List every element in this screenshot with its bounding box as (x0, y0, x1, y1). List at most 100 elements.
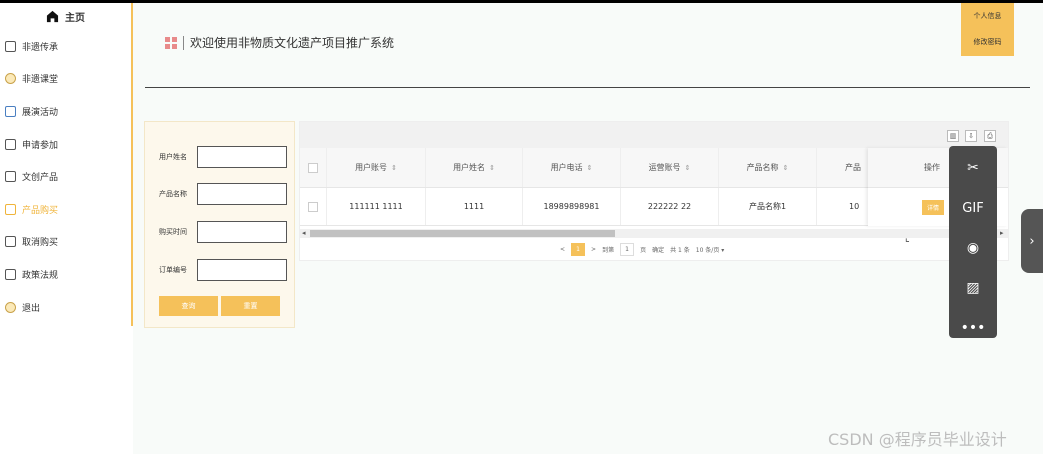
inbox-icon (5, 268, 16, 280)
title-divider (183, 35, 184, 50)
scroll-thumb[interactable] (310, 230, 615, 237)
column-header[interactable]: 用户姓名 ⇕ (426, 148, 523, 187)
sidebar-filler (0, 326, 133, 454)
mouse-cursor: ⌞ (905, 233, 910, 244)
search-field-product: 产品名称 (159, 183, 287, 205)
watermark: CSDN @程序员毕业设计 (828, 430, 1007, 449)
print-icon[interactable]: ⎙ (984, 130, 996, 142)
table-toolbar: ▥ ⇩ ⎙ (300, 122, 1008, 148)
sidebar-item-products[interactable]: 文创产品 (0, 160, 131, 193)
sidebar-item-label: 政策法规 (22, 270, 59, 281)
bookmark-icon (5, 40, 16, 52)
filter-icon[interactable]: ▥ (947, 130, 959, 142)
sidebar-item-label: 展演活动 (22, 107, 59, 118)
grid-icon (165, 36, 177, 49)
table-cell: 产品名称1 (719, 188, 817, 225)
product-name-input[interactable] (197, 183, 287, 205)
table-cell: 222222 22 (621, 188, 719, 225)
sidebar-item-class[interactable]: 非遗课堂 (0, 63, 131, 96)
sidebar-item-apply[interactable]: 申请参加 (0, 128, 131, 161)
sidebar-home-label: 主页 (65, 13, 85, 24)
next-page-button[interactable]: > (591, 246, 596, 253)
sidebar-item-label: 取消购买 (22, 238, 59, 249)
capture-toolbar: ✂ GIF ◉ ▨ ••• (949, 146, 997, 338)
sidebar-item-purchase[interactable]: 产品购买 (0, 193, 131, 226)
folder-icon (5, 138, 16, 150)
data-table: ▥ ⇩ ⎙ 用户账号 ⇕ 用户姓名 ⇕ 用户电话 ⇕ 运营账号 ⇕ 产品名称 ⇕ 产品 1… (299, 121, 1009, 261)
coin-icon (5, 73, 16, 85)
user-menu: 个人信息 修改密码 (961, 3, 1014, 56)
search-field-time: 购买时间 (159, 221, 287, 243)
gif-button[interactable]: GIF (949, 190, 997, 226)
horizontal-scrollbar[interactable]: ◂ ▸ (300, 229, 1008, 238)
page-title: 欢迎使用非物质文化遗产项目推广系统 (165, 34, 394, 51)
export-icon[interactable]: ⇩ (965, 130, 977, 142)
field-label: 产品名称 (159, 190, 187, 198)
home-icon (46, 10, 59, 23)
page-title-text: 欢迎使用非物质文化遗产项目推广系统 (190, 36, 395, 50)
column-header[interactable]: 运营账号 ⇕ (621, 148, 719, 187)
folder-icon (5, 171, 16, 183)
sidebar-item-label: 非遗课堂 (22, 75, 59, 86)
image-icon[interactable]: ▨ (949, 270, 997, 306)
chevron-right-icon: › (1029, 233, 1035, 249)
current-page[interactable]: 1 (571, 243, 586, 256)
sidebar-item-label: 非遗传承 (22, 42, 59, 53)
query-button[interactable]: 查询 (159, 296, 218, 316)
detail-button[interactable]: 详情 (922, 199, 945, 215)
select-all-checkbox[interactable] (300, 148, 327, 187)
page-unit: 页 (640, 247, 647, 254)
user-info-link[interactable]: 个人信息 (961, 3, 1014, 29)
prev-page-button[interactable]: < (560, 246, 565, 253)
coin-icon (5, 301, 16, 313)
sidebar-item-label: 退出 (22, 303, 41, 314)
sidebar-item-logout[interactable]: 退出 (0, 291, 131, 324)
search-panel: 用户姓名 产品名称 购买时间 订单编号 查询 重置 (144, 121, 295, 328)
order-number-input[interactable] (197, 259, 287, 281)
search-field-username: 用户姓名 (159, 146, 287, 168)
main-content: 欢迎使用非物质文化遗产项目推广系统 个人信息 修改密码 用户姓名 产品名称 购买… (133, 3, 1043, 454)
purchase-time-input[interactable] (197, 221, 287, 243)
sidebar-item-label: 文创产品 (22, 173, 59, 184)
record-icon[interactable]: ◉ (949, 230, 997, 266)
row-checkbox[interactable] (300, 188, 327, 225)
inbox-icon (5, 203, 16, 215)
username-input[interactable] (197, 146, 287, 168)
goto-label: 到第 (602, 247, 615, 254)
search-field-order: 订单编号 (159, 259, 287, 281)
calendar-icon (5, 105, 16, 117)
table-header: 用户账号 ⇕ 用户姓名 ⇕ 用户电话 ⇕ 运营账号 ⇕ 产品名称 ⇕ 产品 (300, 148, 877, 188)
total-count: 共 1 条 (670, 247, 690, 254)
expand-tab[interactable]: › (1021, 209, 1043, 273)
pagination: < 1 > 到第 1 页 确定 共 1 条 10 条/页 ▾ (560, 243, 724, 256)
scroll-left-icon[interactable]: ◂ (302, 229, 306, 237)
sidebar-home[interactable]: 主页 (0, 3, 131, 30)
field-label: 购买时间 (159, 228, 187, 236)
table-cell: 18989898981 (523, 188, 621, 225)
sidebar-item-events[interactable]: 展演活动 (0, 95, 131, 128)
confirm-button[interactable]: 确定 (652, 245, 664, 254)
sidebar-item-cancel[interactable]: 取消购买 (0, 226, 131, 259)
sidebar-item-policy[interactable]: 政策法规 (0, 258, 131, 291)
column-header[interactable]: 用户电话 ⇕ (523, 148, 621, 187)
column-header[interactable]: 用户账号 ⇕ (327, 148, 426, 187)
sidebar: 主页 非遗传承 非遗课堂 展演活动 申请参加 文创产品 产品购买 取消购买 政策… (0, 3, 133, 326)
page-size-select[interactable]: 10 条/页 ▾ (696, 245, 725, 254)
field-label: 用户姓名 (159, 153, 187, 161)
field-label: 订单编号 (159, 266, 187, 274)
sidebar-item-label: 申请参加 (22, 140, 59, 151)
change-password-link[interactable]: 修改密码 (961, 29, 1014, 55)
reset-button[interactable]: 重置 (221, 296, 280, 316)
header-divider (145, 87, 1030, 88)
scroll-right-icon[interactable]: ▸ (1000, 229, 1004, 237)
more-icon[interactable]: ••• (949, 310, 997, 346)
sidebar-item-heritage[interactable]: 非遗传承 (0, 30, 131, 63)
column-header[interactable]: 产品名称 ⇕ (719, 148, 817, 187)
sidebar-item-label: 产品购买 (22, 205, 59, 216)
goto-input[interactable]: 1 (620, 243, 635, 256)
scissors-icon[interactable]: ✂ (949, 150, 997, 186)
table-cell: 1111 (426, 188, 523, 225)
table-row[interactable]: 111111 1111 1111 18989898981 222222 22 产… (300, 188, 877, 226)
table-cell: 111111 1111 (327, 188, 426, 225)
bookmark-icon (5, 236, 16, 248)
